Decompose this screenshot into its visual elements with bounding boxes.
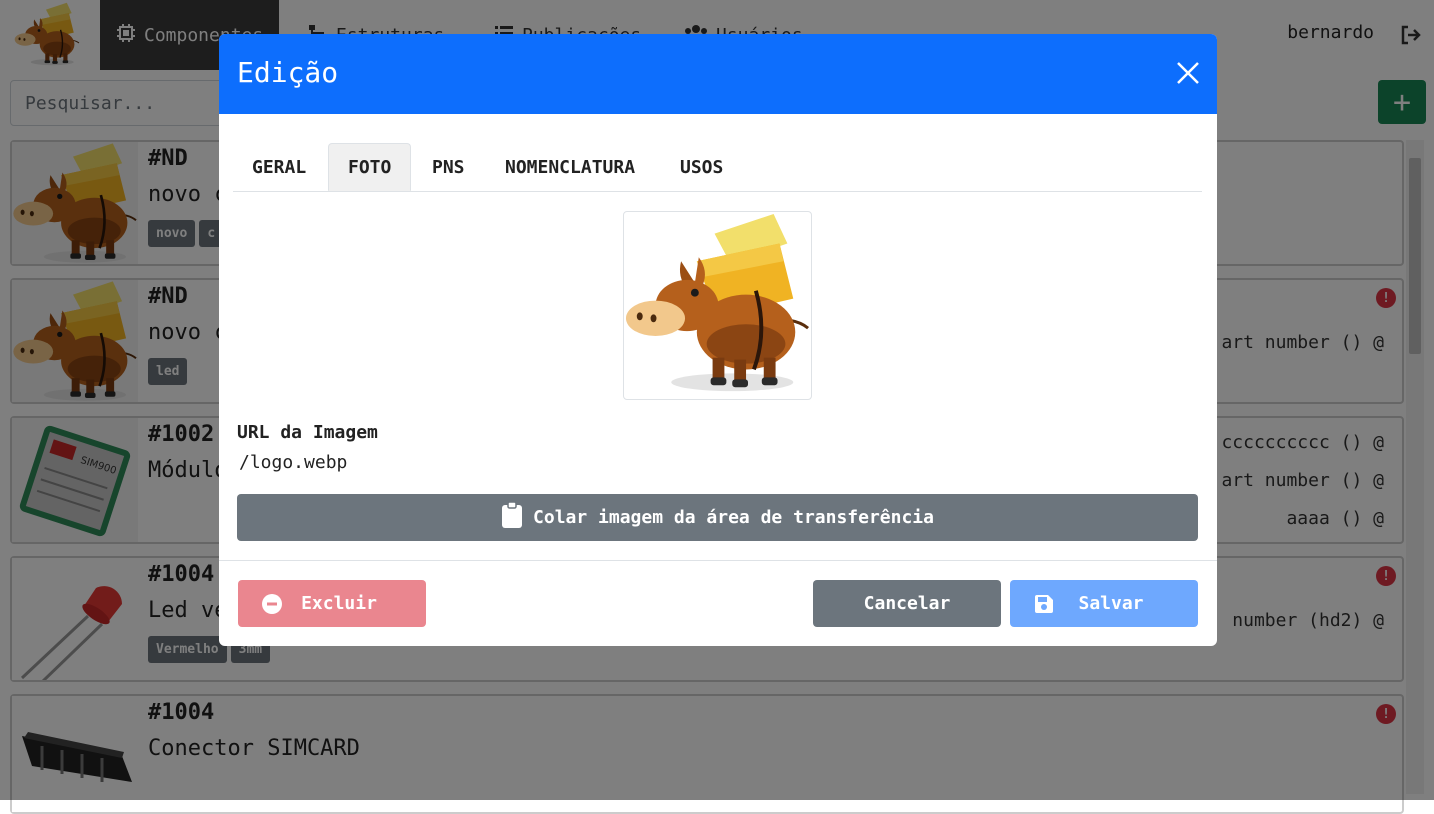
paste-image-label: Colar imagem da área de transferência <box>533 507 934 528</box>
tab-pns[interactable]: PNS <box>413 143 484 191</box>
clipboard-icon <box>501 501 523 534</box>
save-label: Salvar <box>1078 593 1144 614</box>
tab-geral[interactable]: GERAL <box>233 143 325 191</box>
image-url-label: URL da Imagem <box>237 422 378 443</box>
modal-header: Edição <box>219 34 1217 114</box>
delete-label: Excluir <box>301 593 377 614</box>
minus-circle-icon <box>252 593 292 615</box>
image-preview <box>623 211 812 400</box>
delete-button[interactable]: Excluir <box>238 580 426 627</box>
cancel-button[interactable]: Cancelar <box>813 580 1001 627</box>
tab-foto[interactable]: FOTO <box>328 143 412 191</box>
image-url-value: /logo.webp <box>239 452 348 473</box>
modal-footer-divider <box>219 560 1217 561</box>
tab-usos[interactable]: USOS <box>661 143 742 191</box>
floppy-disk-icon <box>1024 594 1064 614</box>
tab-bar: GERAL FOTO PNS NOMENCLATURA USOS <box>233 143 1202 192</box>
close-icon[interactable] <box>1173 58 1203 88</box>
save-button[interactable]: Salvar <box>1010 580 1198 627</box>
edit-modal: Edição GERAL FOTO PNS NOMENCLATURA USOS … <box>219 34 1217 646</box>
tab-nomenclatura[interactable]: NOMENCLATURA <box>486 143 654 191</box>
modal-title: Edição <box>237 56 339 89</box>
paste-image-button[interactable]: Colar imagem da área de transferência <box>237 494 1198 541</box>
